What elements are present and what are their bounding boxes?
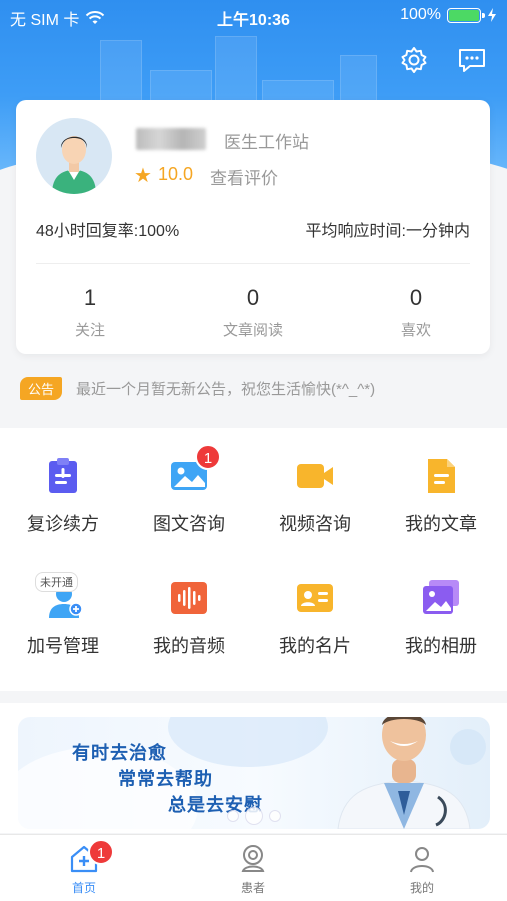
doctor-plus-icon: 未开通 — [35, 572, 83, 618]
settings-icon[interactable] — [398, 44, 430, 76]
charging-icon — [488, 8, 496, 22]
battery-icon — [447, 7, 485, 23]
message-icon[interactable] — [456, 44, 488, 76]
menu-item-label: 图文咨询 — [153, 514, 225, 534]
reply-rate: 48小时回复率:100% — [36, 223, 180, 240]
tab-mine[interactable]: 我的 — [362, 843, 482, 896]
average-response-time: 平均响应时间:一分钟内 — [305, 223, 470, 240]
tab-label: 我的 — [409, 881, 434, 895]
menu-item-my-audio[interactable]: 我的音频 — [126, 578, 252, 658]
rating-score: 10.0 — [158, 164, 194, 184]
battery-percent: 100% — [400, 6, 441, 23]
audio-icon — [169, 578, 209, 618]
star-icon: ★ — [134, 165, 152, 187]
menu-item-appointment-management[interactable]: 未开通 加号管理 — [0, 572, 126, 658]
stat-value: 1 — [83, 285, 97, 310]
banner-slogan-line-1: 有时去治愈 — [72, 743, 167, 763]
banner-carousel[interactable]: 有时去治愈 常常去帮助 总是去安慰 — [18, 717, 490, 829]
avatar[interactable] — [36, 118, 112, 194]
carousel-dot-active[interactable] — [245, 807, 263, 825]
tab-home[interactable]: 1 首页 — [24, 839, 144, 896]
menu-item-video-consult[interactable]: 视频咨询 — [252, 456, 378, 536]
patient-icon — [237, 843, 269, 875]
stat-likes[interactable]: 0 喜欢 — [356, 285, 476, 340]
carousel-indicator — [18, 807, 490, 825]
menu-item-my-business-card[interactable]: 我的名片 — [252, 578, 378, 658]
menu-item-label: 视频咨询 — [279, 514, 351, 534]
stat-value: 0 — [246, 285, 260, 310]
business-card-icon — [295, 578, 335, 618]
bottom-tab-bar: 1 首页 患者 我的 — [0, 834, 507, 901]
profile-card: 医生工作站 ★ 10.0 查看评价 48小时回复率:100% 平均响应时间:一分… — [16, 100, 490, 354]
album-icon — [421, 578, 461, 618]
announcement-bar[interactable]: 公告 最近一个月暂无新公告，祝您生活愉快(*^_^*) — [20, 377, 375, 400]
menu-item-label: 我的音频 — [153, 636, 225, 656]
stat-label: 文章阅读 — [222, 322, 283, 339]
menu-item-label: 我的文章 — [405, 514, 477, 534]
tab-patients[interactable]: 患者 — [193, 843, 313, 896]
tab-label: 首页 — [71, 881, 96, 895]
announcement-text: 最近一个月暂无新公告，祝您生活愉快(*^_^*) — [76, 381, 376, 398]
banner-slogan-line-2: 常常去帮助 — [118, 769, 213, 789]
image-consult-icon: 1 — [169, 444, 221, 496]
carousel-dot[interactable] — [227, 810, 239, 822]
menu-item-label: 加号管理 — [27, 636, 99, 656]
menu-item-label: 我的名片 — [279, 636, 351, 656]
stat-article-reads[interactable]: 0 文章阅读 — [193, 285, 313, 340]
prescription-icon — [43, 456, 83, 496]
menu-item-my-album[interactable]: 我的相册 — [378, 578, 504, 658]
menu-item-label: 我的相册 — [405, 636, 477, 656]
carousel-dot[interactable] — [269, 810, 281, 822]
announcement-tag: 公告 — [20, 377, 63, 400]
banner-section: 有时去治愈 常常去帮助 总是去安慰 — [0, 703, 507, 833]
view-reviews-link[interactable]: 查看评价 — [210, 164, 278, 189]
divider — [36, 263, 470, 264]
not-activated-tag: 未开通 — [35, 572, 78, 592]
menu-item-my-articles[interactable]: 我的文章 — [378, 456, 504, 536]
stat-label: 喜欢 — [400, 322, 431, 339]
menu-item-follow-up-prescription[interactable]: 复诊续方 — [0, 456, 126, 536]
video-camera-icon — [295, 456, 335, 496]
doctor-name-obscured — [136, 128, 206, 150]
stat-follow[interactable]: 1 关注 — [30, 285, 150, 340]
stat-value: 0 — [409, 285, 423, 310]
tab-label: 患者 — [240, 881, 265, 895]
function-grid: 复诊续方 1 图文咨询 视频咨询 我的文章 未开通 加号管理 我的音频 我的名片… — [0, 428, 507, 691]
menu-item-label: 复诊续方 — [27, 514, 99, 534]
user-icon — [406, 843, 438, 875]
profile-title: 医生工作站 — [224, 133, 309, 152]
document-icon — [421, 456, 461, 496]
notification-badge: 1 — [195, 444, 221, 470]
status-bar: 无 SIM 卡 上午10:36 100% — [0, 0, 507, 30]
stat-label: 关注 — [74, 322, 105, 339]
notification-badge: 1 — [88, 839, 114, 865]
home-medical-icon: 1 — [68, 839, 114, 875]
menu-item-image-consult[interactable]: 1 图文咨询 — [126, 444, 252, 536]
